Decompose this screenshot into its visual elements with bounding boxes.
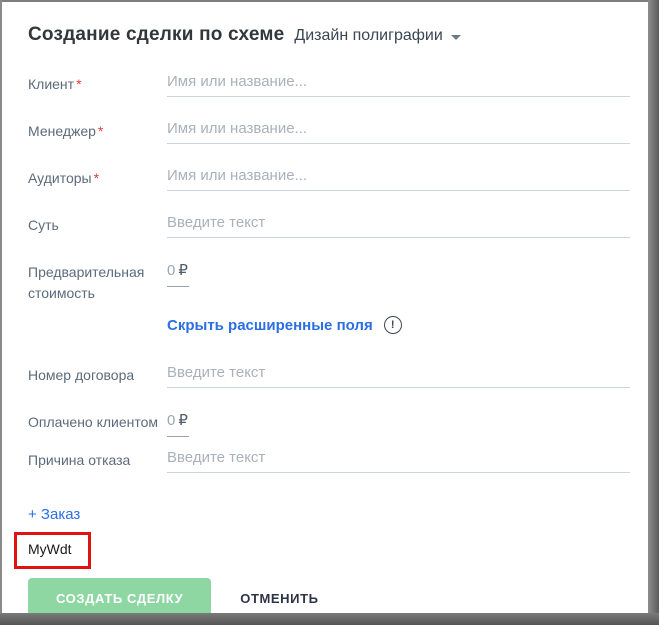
scheme-selector-value: Дизайн полиграфии <box>294 27 442 45</box>
contract-number-input[interactable] <box>167 364 630 388</box>
required-asterisk: * <box>98 123 103 139</box>
field-label: Суть <box>28 214 167 236</box>
modal-header: Создание сделки по схеме Дизайн полиграф… <box>28 24 630 46</box>
paid-by-client-input[interactable]: 0₽ <box>167 411 189 437</box>
add-order-row: + Заказ <box>28 496 630 524</box>
window-edge-left <box>0 0 2 613</box>
chevron-down-icon <box>451 35 461 40</box>
required-asterisk: * <box>76 76 81 92</box>
field-label: Клиент* <box>28 73 167 95</box>
ruble-sign: ₽ <box>178 412 188 429</box>
extended-fields-row: Скрыть расширенные поля ! <box>28 316 630 334</box>
amount-value: 0 <box>167 412 175 429</box>
action-buttons: СОЗДАТЬ СДЕЛКУ ОТМЕНИТЬ <box>28 578 630 613</box>
exclamation-circle-icon[interactable]: ! <box>384 316 402 334</box>
ruble-sign: ₽ <box>178 262 188 279</box>
hide-extended-fields-link[interactable]: Скрыть расширенные поля <box>167 317 373 334</box>
field-row-contract-number: Номер договора <box>28 364 630 388</box>
field-label: Предварительная стоимость <box>28 261 167 304</box>
preliminary-cost-input[interactable]: 0₽ <box>167 261 189 287</box>
field-label: Менеджер* <box>28 120 167 142</box>
field-label: Номер договора <box>28 364 167 386</box>
field-row-preliminary-cost: Предварительная стоимость 0₽ <box>28 261 630 304</box>
manager-input[interactable] <box>167 120 630 144</box>
window-edge-right <box>648 0 659 625</box>
window-edge-top <box>0 0 659 2</box>
window-edge-bottom <box>0 613 659 625</box>
field-row-essence: Суть <box>28 214 630 238</box>
add-order-link[interactable]: + Заказ <box>28 506 80 523</box>
amount-value: 0 <box>167 262 175 279</box>
page-title: Создание сделки по схеме <box>28 24 284 46</box>
widget-row: MyWdt <box>28 524 630 569</box>
field-row-client: Клиент* <box>28 73 630 97</box>
field-label: Аудиторы* <box>28 167 167 189</box>
required-asterisk: * <box>94 170 99 186</box>
annotation-highlight-box: MyWdt <box>14 532 91 569</box>
field-row-refusal-reason: Причина отказа <box>28 449 630 473</box>
scheme-selector[interactable]: Дизайн полиграфии <box>294 27 460 45</box>
field-label: Причина отказа <box>28 449 167 471</box>
field-row-manager: Менеджер* <box>28 120 630 144</box>
mywdt-widget-label[interactable]: MyWdt <box>28 541 72 557</box>
cancel-button[interactable]: ОТМЕНИТЬ <box>240 578 318 613</box>
refusal-reason-input[interactable] <box>167 449 630 473</box>
create-deal-modal: Создание сделки по схеме Дизайн полиграф… <box>0 0 659 625</box>
field-label: Оплачено клиентом <box>28 411 167 433</box>
auditors-input[interactable] <box>167 167 630 191</box>
field-row-paid-by-client: Оплачено клиентом 0₽ <box>28 411 630 437</box>
create-deal-button[interactable]: СОЗДАТЬ СДЕЛКУ <box>28 578 211 613</box>
essence-input[interactable] <box>167 214 630 238</box>
client-input[interactable] <box>167 73 630 97</box>
modal-content: Создание сделки по схеме Дизайн полиграф… <box>2 2 648 613</box>
field-row-auditors: Аудиторы* <box>28 167 630 191</box>
